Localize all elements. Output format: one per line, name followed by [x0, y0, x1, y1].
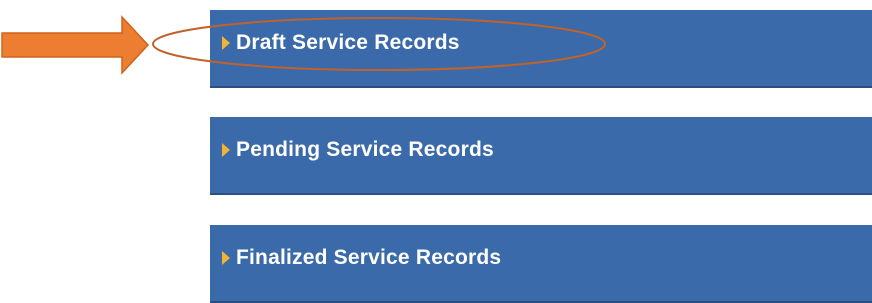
- expand-arrow-icon: [222, 251, 230, 265]
- pending-service-records-panel[interactable]: Pending Service Records: [210, 117, 872, 195]
- expand-arrow-icon: [222, 36, 230, 50]
- finalized-service-records-panel[interactable]: Finalized Service Records: [210, 225, 872, 303]
- panel-header[interactable]: Pending Service Records: [222, 117, 494, 193]
- panel-header[interactable]: Finalized Service Records: [222, 225, 501, 301]
- annotation-arrow-icon: [1, 15, 150, 75]
- panel-title: Draft Service Records: [236, 31, 460, 54]
- panel-header[interactable]: Draft Service Records: [222, 10, 460, 86]
- panel-title: Pending Service Records: [236, 138, 494, 161]
- draft-service-records-panel[interactable]: Draft Service Records: [210, 10, 872, 88]
- expand-arrow-icon: [222, 143, 230, 157]
- panel-title: Finalized Service Records: [236, 246, 502, 269]
